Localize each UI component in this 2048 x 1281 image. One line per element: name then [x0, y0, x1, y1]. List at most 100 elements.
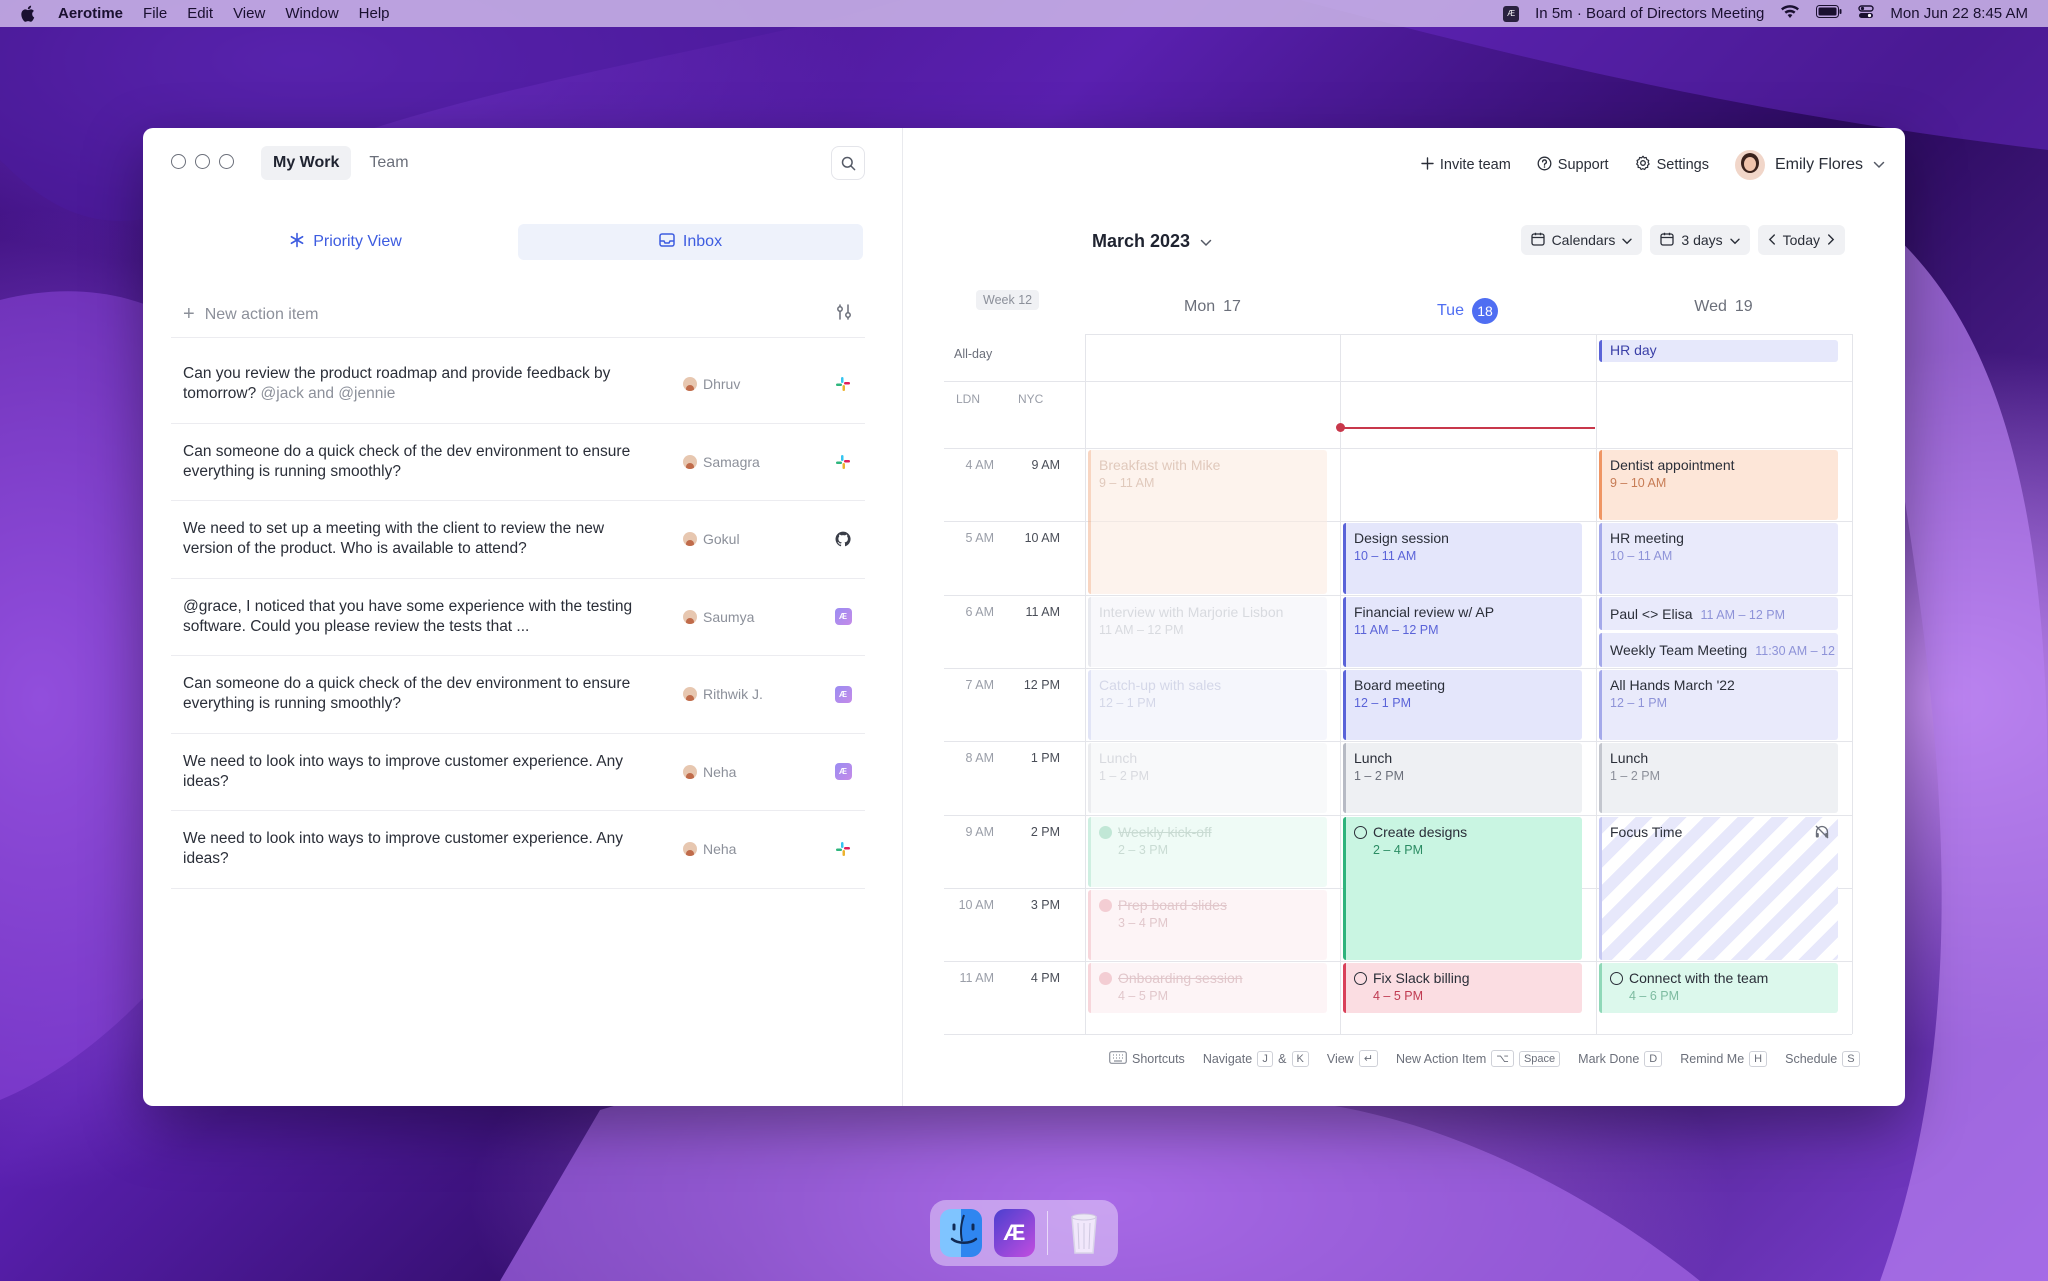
calendar-event[interactable]: Interview with Marjorie Lisbon 11 AM – 12… [1088, 596, 1327, 667]
calendar-event[interactable]: Weekly Team Meeting 11:30 AM – 12 [1599, 633, 1838, 667]
check-circle-icon[interactable] [1099, 825, 1112, 839]
trash-icon[interactable] [1060, 1209, 1108, 1257]
menu-help[interactable]: Help [359, 5, 390, 22]
calendar-event[interactable]: Prep board slides 3 – 4 PM [1088, 889, 1327, 961]
grid-line [944, 961, 1852, 963]
inbox-item[interactable]: We need to set up a meeting with the cli… [171, 501, 865, 579]
shortcut-label: Shortcuts [1132, 1051, 1185, 1066]
filter-sliders-icon[interactable] [835, 303, 853, 326]
day-header[interactable]: Wed 19 [1596, 298, 1851, 316]
calendar-event[interactable]: Breakfast with Mike 9 – 11 AM [1088, 450, 1327, 594]
menu-view[interactable]: View [233, 5, 265, 22]
finder-icon[interactable] [940, 1209, 982, 1257]
tab-my-work[interactable]: My Work [261, 146, 352, 180]
event-title-row: Lunch [1354, 749, 1574, 767]
inbox-item[interactable]: Can someone do a quick check of the dev … [171, 424, 865, 501]
check-circle-icon[interactable] [1099, 898, 1112, 912]
app-window: My Work Team Priority View Inbox + New a… [143, 128, 1905, 1106]
battery-icon[interactable] [1816, 5, 1842, 22]
calendar-event[interactable]: Lunch 1 – 2 PM [1599, 743, 1838, 814]
menu-file[interactable]: File [143, 5, 167, 22]
all-day-event[interactable]: HR day [1599, 340, 1838, 362]
zoom-window-button[interactable] [219, 154, 234, 169]
calendar-event[interactable]: Dentist appointment 9 – 10 AM [1599, 450, 1838, 521]
inbox-view-button[interactable]: Inbox [518, 224, 863, 260]
shortcut-hint[interactable]: Shortcuts [1109, 1050, 1185, 1067]
day-header[interactable]: Tue 18 [1340, 298, 1595, 324]
inbox-item-mention[interactable]: @jack and @jennie [261, 385, 396, 402]
tab-team[interactable]: Team [357, 146, 420, 180]
calendar-event[interactable]: Financial review w/ AP 11 AM – 12 PM [1343, 596, 1582, 667]
shortcut-key: ↵ [1358, 1050, 1378, 1067]
time-label-ldn: 9 AM [965, 824, 995, 839]
aerotime-app-icon[interactable]: Æ [993, 1209, 1036, 1257]
new-action-input[interactable]: + New action item [171, 292, 865, 338]
calendar-event[interactable]: Weekly kick-off 2 – 3 PM [1088, 816, 1327, 887]
event-title: Create designs [1373, 823, 1468, 840]
aerotime-icon: Æ [833, 607, 853, 627]
inbox-item[interactable]: We need to look into ways to improve cus… [171, 811, 865, 889]
close-window-button[interactable] [171, 154, 186, 169]
menu-app-name[interactable]: Aerotime [58, 5, 123, 22]
time-label-nyc: 10 AM [1024, 531, 1060, 546]
inbox-item[interactable]: Can you review the product roadmap and p… [171, 346, 865, 424]
event-time: 12 – 1 PM [1610, 695, 1667, 710]
check-circle-icon[interactable] [1099, 972, 1112, 986]
calendar-event[interactable]: Fix Slack billing 4 – 5 PM [1343, 963, 1582, 1014]
menu-window[interactable]: Window [285, 5, 338, 22]
calendar-event[interactable]: Lunch 1 – 2 PM [1343, 743, 1582, 814]
inbox-item-message: @grace, I noticed that you have some exp… [183, 597, 633, 635]
wifi-icon[interactable] [1780, 4, 1800, 23]
task-checkbox-icon[interactable] [1354, 825, 1367, 839]
day-header[interactable]: Mon 17 [1085, 298, 1340, 316]
priority-view-button[interactable]: Priority View [173, 224, 518, 260]
inbox-item[interactable]: @grace, I noticed that you have some exp… [171, 579, 865, 656]
time-label-ldn: 11 AM [959, 971, 994, 986]
grid-line [944, 448, 1852, 449]
grid-line [1085, 334, 1852, 335]
day-name: Wed [1694, 298, 1727, 315]
calendar-event[interactable]: All Hands March '22 12 – 1 PM [1599, 669, 1838, 741]
task-checkbox-icon[interactable] [1354, 972, 1367, 986]
sender-name: Saumya [703, 608, 755, 625]
grid-line [944, 1034, 1852, 1036]
inbox-item[interactable]: Can someone do a quick check of the dev … [171, 656, 865, 734]
minimize-window-button[interactable] [195, 154, 210, 169]
calendar-event[interactable]: Lunch 1 – 2 PM [1088, 743, 1327, 814]
shortcut-label: Schedule [1785, 1051, 1838, 1066]
inbox-item[interactable]: We need to look into ways to improve cus… [171, 734, 865, 811]
calendar-grid: Week 12 Mon 17 Tue 18 Wed 19 All-day LDN NYC 4 AM 5… [904, 128, 1905, 1036]
calendar-event[interactable]: Onboarding session 4 – 5 PM [1088, 963, 1327, 1014]
avatar [683, 609, 697, 624]
day-number: 19 [1734, 298, 1753, 315]
menubar-clock[interactable]: Mon Jun 22 8:45 AM [1890, 5, 2028, 22]
calendar-event[interactable]: Paul <> Elisa 11 AM – 12 PM [1599, 596, 1838, 631]
grid-line [944, 741, 1852, 743]
task-checkbox-icon[interactable] [1610, 972, 1623, 986]
event-title: HR meeting [1610, 530, 1684, 547]
control-center-icon[interactable] [1858, 4, 1875, 24]
shortcut-hint: New Action Item ⌥ Space [1396, 1050, 1561, 1067]
event-time: 12 – 1 PM [1354, 695, 1411, 710]
inbox-item-message: We need to look into ways to improve cus… [183, 830, 623, 868]
calendar-event[interactable]: Connect with the team 4 – 6 PM [1599, 963, 1838, 1014]
shortcut-label: Navigate [1202, 1051, 1253, 1066]
calendar-event[interactable]: Board meeting 12 – 1 PM [1343, 669, 1582, 741]
inbox-item-sender: Neha [683, 841, 783, 857]
event-title: Breakfast with Mike [1099, 457, 1221, 473]
aerotime-tray-icon[interactable]: Æ [1503, 5, 1520, 22]
search-button[interactable] [831, 146, 865, 180]
calendar-event[interactable]: Design session 10 – 11 AM [1343, 523, 1582, 594]
apple-logo-icon[interactable] [20, 5, 36, 23]
grid-line [944, 521, 1852, 523]
event-title: Financial review w/ AP [1354, 603, 1495, 620]
calendar-event[interactable]: Create designs 2 – 4 PM [1343, 816, 1582, 961]
event-title-row: Design session [1354, 529, 1574, 547]
next-event-status[interactable]: In 5m · Board of Directors Meeting [1535, 5, 1764, 22]
calendar-event[interactable]: Catch-up with sales 12 – 1 PM [1088, 669, 1327, 741]
calendar-event[interactable]: Focus Time [1599, 816, 1838, 961]
inbox-item-text: We need to look into ways to improve cus… [183, 829, 653, 869]
calendar-event[interactable]: HR meeting 10 – 11 AM [1599, 523, 1838, 594]
menu-edit[interactable]: Edit [187, 5, 213, 22]
event-title: Lunch [1099, 750, 1138, 767]
